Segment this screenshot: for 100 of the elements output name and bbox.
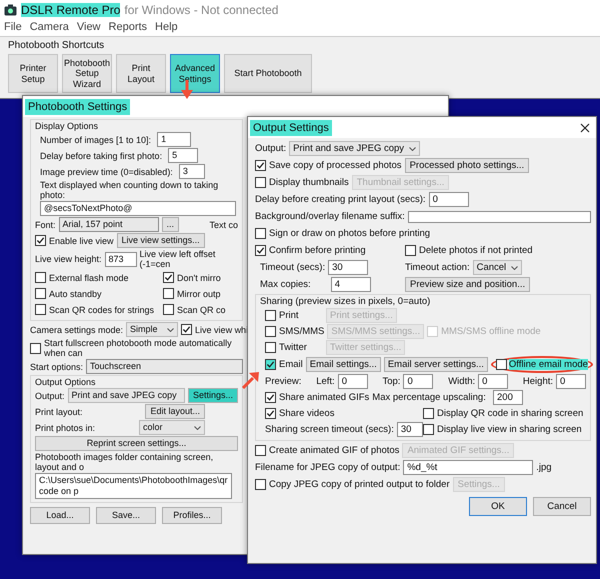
checkbox[interactable] [163, 288, 174, 299]
input-field[interactable]: 200 [493, 390, 523, 405]
dropdown[interactable]: Cancel [472, 260, 522, 275]
checkbox-label: Scan QR co [177, 304, 226, 314]
field-label: Height: [522, 376, 554, 387]
checkbox[interactable] [35, 235, 46, 246]
edit-layout-button[interactable]: Edit layout... [145, 404, 205, 419]
close-icon[interactable] [580, 122, 590, 132]
field-label: Delay before taking first photo: [40, 150, 162, 160]
checkbox[interactable] [265, 326, 276, 337]
input-field[interactable] [408, 210, 591, 222]
checkbox[interactable] [30, 342, 41, 354]
checkbox-label: Copy JPEG copy of printed output to folder [269, 479, 450, 490]
checkbox[interactable] [255, 160, 266, 171]
checkbox[interactable] [255, 177, 266, 188]
input-field[interactable]: 30 [328, 260, 368, 275]
menu-item[interactable]: View [76, 21, 101, 33]
menu-item[interactable]: Camera [30, 21, 69, 33]
app-subtitle: for Windows - Not connected [124, 3, 278, 17]
menu-item[interactable]: Reports [108, 21, 148, 33]
field-label: Start options: [30, 362, 84, 372]
live-view-settings-button[interactable]: Live view settings... [116, 233, 205, 248]
dropdown[interactable]: Simple [126, 322, 178, 337]
input-field[interactable]: 0 [338, 374, 368, 389]
field-label: Print layout: [35, 406, 83, 416]
checkbox-label: Email [279, 359, 303, 370]
checkbox-label: Auto standby [49, 288, 102, 298]
checkbox[interactable] [496, 359, 507, 370]
cancel-button[interactable]: Cancel [533, 497, 591, 516]
checkbox[interactable] [181, 324, 192, 335]
checkbox-label: Confirm before printing [269, 245, 366, 256]
input-field[interactable]: 3 [178, 164, 205, 179]
input-field[interactable]: C:\Users\sue\Documents\PhotoboothImages\qr code on p [35, 473, 232, 499]
field-label: Timeout action: [405, 262, 470, 273]
menu-item[interactable]: Help [155, 21, 178, 33]
panel-title: Photobooth Shortcuts [8, 40, 104, 51]
settings-button[interactable]: Email settings... [306, 357, 381, 372]
font-field[interactable]: Arial, 157 point [58, 217, 159, 232]
input-field[interactable]: @secsToNextPhoto@ [40, 201, 236, 216]
preview-button[interactable]: Preview size and position... [405, 277, 530, 292]
checkbox-label: Share videos [279, 408, 334, 419]
dialog-button[interactable]: Save... [96, 507, 156, 524]
shortcut-button[interactable]: Advanced Settings [170, 54, 220, 93]
dropdown[interactable]: Print and save JPEG copy [289, 141, 420, 156]
checkbox-label: Display thumbnails [269, 177, 349, 188]
checkbox[interactable] [423, 408, 434, 419]
checkbox[interactable] [255, 245, 266, 256]
field-label: Delay before creating print layout (secs): [255, 194, 426, 205]
checkbox[interactable] [255, 228, 266, 239]
field-label: Width: [448, 376, 476, 387]
checkbox[interactable] [265, 392, 276, 403]
browse-button[interactable]: ... [162, 217, 180, 232]
checkbox[interactable] [35, 272, 46, 283]
checkbox-label: Sign or draw on photos before printing [269, 228, 430, 239]
checkbox-label: Print [279, 310, 300, 321]
checkbox-label: Save copy of processed photos [269, 160, 402, 171]
settings-button[interactable]: Settings... [188, 388, 238, 403]
checkbox[interactable] [163, 304, 174, 315]
shortcut-button[interactable]: Photobooth Setup Wizard [62, 54, 112, 93]
checkbox[interactable] [255, 479, 266, 490]
input-field[interactable]: 30 [396, 422, 423, 437]
checkbox[interactable] [265, 359, 276, 370]
checkbox[interactable] [423, 424, 434, 435]
checkbox[interactable] [405, 245, 416, 256]
menu-item[interactable]: File [4, 21, 22, 33]
checkbox[interactable] [265, 408, 276, 419]
input-field[interactable]: 873 [104, 252, 137, 266]
settings-button[interactable]: Processed photo settings... [404, 158, 530, 173]
field-label: Timeout (secs): [260, 262, 326, 273]
input-field[interactable]: 0 [478, 374, 508, 389]
caret-icon [511, 266, 518, 270]
input-field[interactable]: 5 [168, 148, 198, 163]
checkbox-label: Display QR code in sharing screen [437, 408, 584, 419]
shortcut-button[interactable]: Start Photobooth [224, 54, 312, 93]
checkbox[interactable] [163, 272, 174, 283]
field-label: Text displayed when counting down to taking photo: [39, 180, 220, 200]
dialog-button[interactable]: Profiles... [162, 507, 222, 524]
input-field[interactable]: 1 [157, 132, 192, 147]
annotation-arrow [242, 371, 260, 389]
input-field[interactable]: 0 [403, 374, 434, 389]
shortcut-button[interactable]: Printer Setup [8, 54, 58, 93]
caret-icon [194, 426, 201, 430]
input-field[interactable]: 0 [428, 192, 469, 207]
checkbox[interactable] [35, 288, 46, 299]
checkbox[interactable] [35, 304, 46, 315]
checkbox[interactable] [255, 445, 266, 456]
dropdown[interactable]: color [139, 420, 205, 435]
start-options-field[interactable]: Touchscreen [86, 359, 243, 374]
dropdown[interactable]: Print and save JPEG copy [68, 388, 185, 403]
dialog-button[interactable]: Load... [30, 507, 90, 524]
checkbox[interactable] [265, 310, 276, 321]
input-field[interactable]: %d_%t [403, 460, 534, 475]
checkbox[interactable] [265, 342, 276, 353]
shortcut-button[interactable]: Print Layout [116, 54, 166, 93]
reprint-settings-button[interactable]: Reprint screen settings... [35, 436, 238, 451]
input-field[interactable]: 4 [330, 277, 371, 292]
server-settings-button[interactable]: Email server settings... [384, 357, 488, 372]
checkbox-label: Enable live view [49, 236, 114, 246]
ok-button[interactable]: OK [469, 497, 527, 516]
input-field[interactable]: 0 [556, 374, 586, 389]
